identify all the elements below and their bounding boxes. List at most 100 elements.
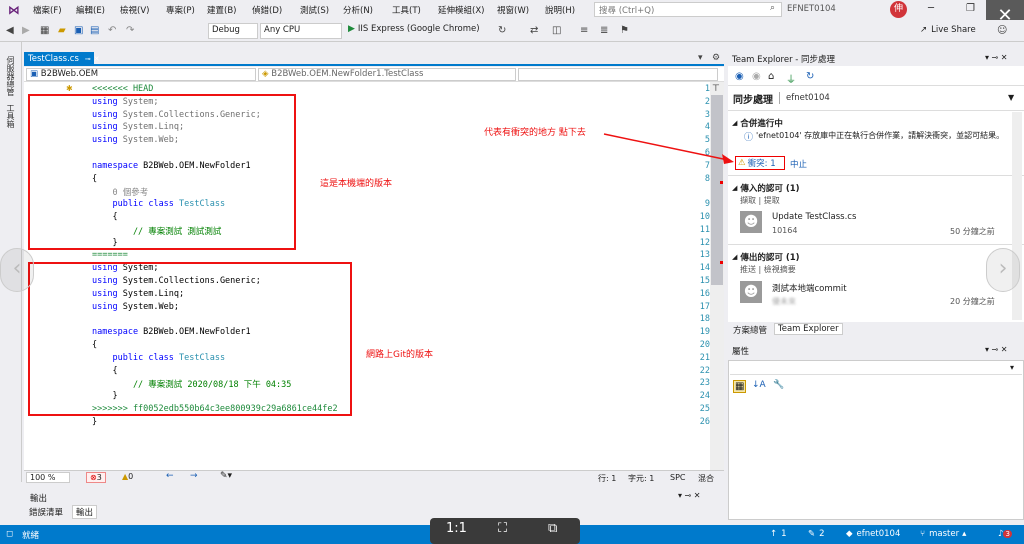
settings-icon[interactable]: ⚙ bbox=[712, 53, 720, 63]
search-input[interactable]: 搜尋 (Ctrl+Q) bbox=[594, 2, 782, 17]
incoming-commit[interactable]: Update TestClass.cs bbox=[772, 212, 856, 222]
menu-item[interactable]: 偵錯(D) bbox=[252, 4, 282, 16]
redo-icon[interactable]: ↷ bbox=[126, 25, 134, 36]
categorized-icon[interactable]: ▦ bbox=[733, 380, 747, 393]
menu-item[interactable]: 延伸模組(X) bbox=[438, 4, 484, 16]
plug-icon[interactable]: ⏚ bbox=[786, 71, 796, 86]
toolbar bbox=[0, 20, 1024, 42]
up-arrow-icon: ↑ bbox=[770, 529, 778, 539]
bookmark-icon[interactable]: ⚑ bbox=[620, 25, 629, 36]
menu-item[interactable]: 工具(T) bbox=[392, 4, 421, 16]
refresh-icon[interactable]: ↻ bbox=[498, 25, 506, 36]
next-image-arrow-icon[interactable]: › bbox=[986, 248, 1020, 292]
feedback-icon[interactable]: ☺ bbox=[997, 25, 1007, 36]
home-icon[interactable]: ⌂ bbox=[768, 71, 774, 82]
lightbulb-icon[interactable]: ✱ bbox=[66, 84, 73, 93]
nav-project-combo[interactable]: ▣ B2BWeb.OEM bbox=[26, 68, 256, 81]
notifications-indicator[interactable]: ♪ 3 bbox=[998, 529, 1012, 539]
menu-item[interactable]: 視窗(W) bbox=[497, 4, 529, 16]
fit-screen-icon[interactable]: ⛶ bbox=[498, 521, 507, 536]
repo-indicator[interactable]: ◆ efnet0104 bbox=[846, 529, 900, 539]
properties-object-combo[interactable] bbox=[730, 361, 1022, 375]
comment-icon[interactable]: ≡ bbox=[580, 25, 588, 36]
camera-icon[interactable]: ◫ bbox=[552, 25, 561, 36]
save-icon[interactable]: ▣ bbox=[74, 25, 83, 36]
nav-class-combo[interactable]: ◈ B2BWeb.OEM.NewFolder1.TestClass bbox=[258, 68, 516, 81]
tab-overflow-icon[interactable]: ▾ bbox=[698, 53, 703, 63]
sort-alpha-icon[interactable]: ↓A bbox=[752, 380, 766, 390]
new-project-icon[interactable]: ▦ bbox=[40, 25, 49, 36]
abort-link[interactable]: 中止 bbox=[790, 158, 807, 170]
menu-item[interactable]: 檢視(V) bbox=[120, 4, 149, 16]
next-issue-icon[interactable]: → bbox=[190, 471, 198, 481]
menu-item[interactable]: 檔案(F) bbox=[33, 4, 62, 16]
menu-item[interactable]: 建置(B) bbox=[207, 4, 236, 16]
undo-icon[interactable]: ↶ bbox=[108, 25, 116, 36]
changes-indicator[interactable]: ✎ 2 bbox=[808, 529, 825, 539]
save-all-icon[interactable]: ▤ bbox=[90, 25, 99, 36]
te-dropdown-icon[interactable]: ▼ bbox=[1008, 93, 1014, 102]
toolbox-tab[interactable]: 工具箱 bbox=[5, 104, 16, 128]
pin-icon[interactable]: ⊸ bbox=[85, 55, 91, 63]
te-refresh-icon[interactable]: ↻ bbox=[806, 71, 814, 82]
menu-item[interactable]: 測試(S) bbox=[300, 4, 329, 16]
restore-icon[interactable]: ❐ bbox=[966, 3, 975, 14]
config-combo[interactable]: Debug bbox=[208, 23, 258, 39]
menu-item[interactable]: 專案(P) bbox=[166, 4, 195, 16]
tab-error-list[interactable]: 錯誤清單 bbox=[26, 506, 66, 518]
tab-team-explorer[interactable]: Team Explorer bbox=[774, 323, 843, 335]
outgoing-commit[interactable]: 測試本地端commit bbox=[772, 282, 847, 294]
error-indicator[interactable]: ⊗ 3 bbox=[86, 472, 106, 483]
server-explorer-tab[interactable]: 伺服器總管 bbox=[5, 56, 16, 96]
tab-testclass[interactable]: TestClass.cs ⊸ ✕ bbox=[24, 52, 100, 66]
menu-item[interactable]: 說明(H) bbox=[545, 4, 575, 16]
prev-image-arrow-icon[interactable]: ‹ bbox=[0, 248, 34, 292]
code-line[interactable]: } bbox=[92, 417, 97, 427]
panel-controls[interactable]: ▾ ⊸ ✕ bbox=[985, 53, 1008, 62]
te-back-icon[interactable]: ◉ bbox=[735, 71, 744, 82]
live-share-button[interactable]: ↗ Live Share bbox=[920, 25, 976, 35]
nav-project-label: B2BWeb.OEM bbox=[40, 69, 99, 79]
warning-indicator[interactable]: ▲ 0 bbox=[122, 472, 133, 481]
run-button[interactable]: ▶ IIS Express (Google Chrome) bbox=[348, 24, 480, 34]
line-number: 10 bbox=[699, 212, 710, 222]
brush-icon[interactable]: ✎▾ bbox=[220, 471, 232, 481]
uncomment-icon[interactable]: ≣ bbox=[600, 25, 608, 36]
code-line[interactable]: <<<<<<< HEAD bbox=[92, 84, 153, 94]
wrench-icon[interactable]: 🔧 bbox=[773, 380, 784, 390]
tab-solution-explorer[interactable]: 方案總管 bbox=[730, 324, 770, 336]
outgoing-links[interactable]: 推送 | 檢視摘要 bbox=[740, 264, 796, 275]
minimize-icon[interactable]: ─ bbox=[928, 3, 934, 14]
back-icon[interactable]: ◀ bbox=[6, 25, 14, 36]
actual-size-button[interactable]: 1:1 bbox=[446, 521, 467, 536]
present-icon[interactable]: ⧉ bbox=[548, 521, 557, 536]
scroll-thumb[interactable] bbox=[711, 95, 723, 285]
te-branch[interactable]: efnet0104 bbox=[786, 93, 830, 103]
line-number: 21 bbox=[699, 352, 710, 363]
menu-item[interactable]: 編輯(E) bbox=[76, 4, 105, 16]
browser-link-icon[interactable]: ⇄ bbox=[530, 25, 538, 36]
avatar[interactable]: 伸 bbox=[890, 1, 907, 18]
push-indicator[interactable]: ↑ 1 bbox=[770, 529, 787, 539]
chevron-down-icon[interactable]: ▾ bbox=[1010, 363, 1014, 372]
split-icon[interactable]: ⊤ bbox=[712, 84, 720, 94]
te-scrollbar[interactable] bbox=[1012, 112, 1022, 320]
tab-output[interactable]: 輸出 bbox=[72, 505, 98, 519]
incoming-section[interactable]: ◢ 傳入的認可 (1) bbox=[732, 182, 800, 194]
forward-icon[interactable]: ▶ bbox=[22, 25, 30, 36]
prev-issue-icon[interactable]: ← bbox=[166, 471, 174, 481]
code-line[interactable]: ======= bbox=[92, 250, 128, 260]
output-window-controls[interactable]: ▾ ⊸ ✕ bbox=[678, 491, 701, 500]
platform-combo[interactable]: Any CPU bbox=[260, 23, 342, 39]
zoom-combo[interactable]: 100 % bbox=[26, 472, 70, 483]
branch-indicator[interactable]: ⑂ master ▴ bbox=[920, 529, 966, 539]
outgoing-section[interactable]: ◢ 傳出的認可 (1) bbox=[732, 251, 800, 263]
menu-item[interactable]: 分析(N) bbox=[343, 4, 373, 16]
open-icon[interactable]: ▰ bbox=[58, 25, 66, 36]
te-forward-icon[interactable]: ◉ bbox=[752, 71, 761, 82]
incoming-links[interactable]: 擷取 | 提取 bbox=[740, 195, 780, 206]
tab-close-icon[interactable]: ✕ bbox=[94, 55, 100, 63]
nav-member-combo[interactable] bbox=[518, 68, 718, 81]
panel-controls[interactable]: ▾ ⊸ ✕ bbox=[985, 345, 1008, 354]
conflicts-link[interactable]: ⚠ 衝突: 1 bbox=[735, 156, 785, 170]
